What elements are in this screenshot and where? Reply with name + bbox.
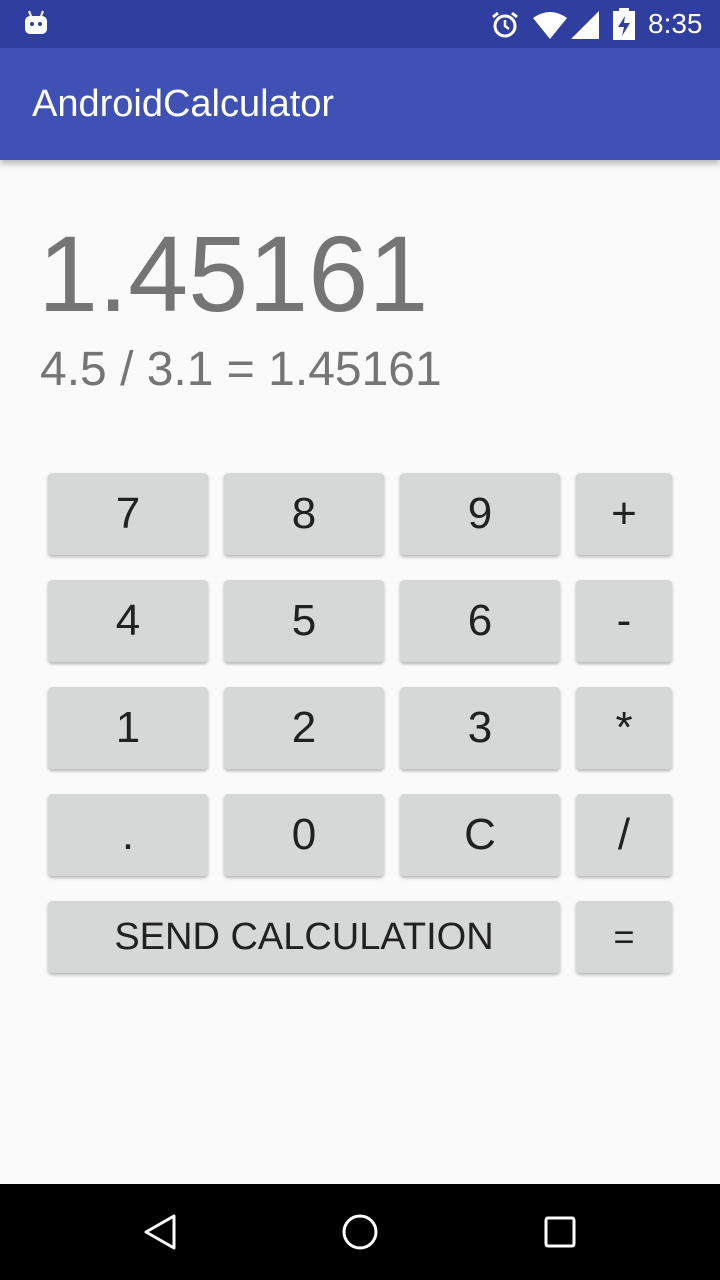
key-equals[interactable]: = xyxy=(576,901,672,973)
key-4[interactable]: 4 xyxy=(48,580,208,662)
app-bar: AndroidCalculator xyxy=(0,48,720,160)
key-plus[interactable]: + xyxy=(576,473,672,555)
key-6[interactable]: 6 xyxy=(400,580,560,662)
alarm-icon xyxy=(492,11,518,38)
key-5[interactable]: 5 xyxy=(224,580,384,662)
key-3[interactable]: 3 xyxy=(400,687,560,769)
navigation-bar xyxy=(0,1184,720,1280)
key-minus[interactable]: - xyxy=(576,580,672,662)
key-2[interactable]: 2 xyxy=(224,687,384,769)
back-button[interactable] xyxy=(136,1208,184,1256)
key-7[interactable]: 7 xyxy=(48,473,208,555)
recents-button[interactable] xyxy=(536,1208,584,1256)
key-1[interactable]: 1 xyxy=(48,687,208,769)
key-decimal[interactable]: . xyxy=(48,794,208,876)
home-icon xyxy=(342,1214,378,1250)
app-title: AndroidCalculator xyxy=(32,83,335,125)
status-time: 8:35 xyxy=(648,8,703,39)
battery-charging-icon xyxy=(613,8,635,40)
key-9[interactable]: 9 xyxy=(400,473,560,555)
android-icon xyxy=(25,10,47,34)
signal-icon xyxy=(571,11,599,39)
send-calculation-button[interactable]: SEND CALCULATION xyxy=(48,901,560,973)
status-bar: 8:35 xyxy=(0,0,720,48)
key-divide[interactable]: / xyxy=(576,794,672,876)
key-clear[interactable]: C xyxy=(400,794,560,876)
expression-display: 4.5 / 3.1 = 1.45161 xyxy=(40,343,442,396)
key-0[interactable]: 0 xyxy=(224,794,384,876)
wifi-icon xyxy=(533,12,567,39)
back-icon xyxy=(144,1214,176,1250)
key-multiply[interactable]: * xyxy=(576,687,672,769)
home-button[interactable] xyxy=(336,1208,384,1256)
key-8[interactable]: 8 xyxy=(224,473,384,555)
result-display: 1.45161 xyxy=(38,213,429,334)
recents-icon xyxy=(544,1216,576,1248)
